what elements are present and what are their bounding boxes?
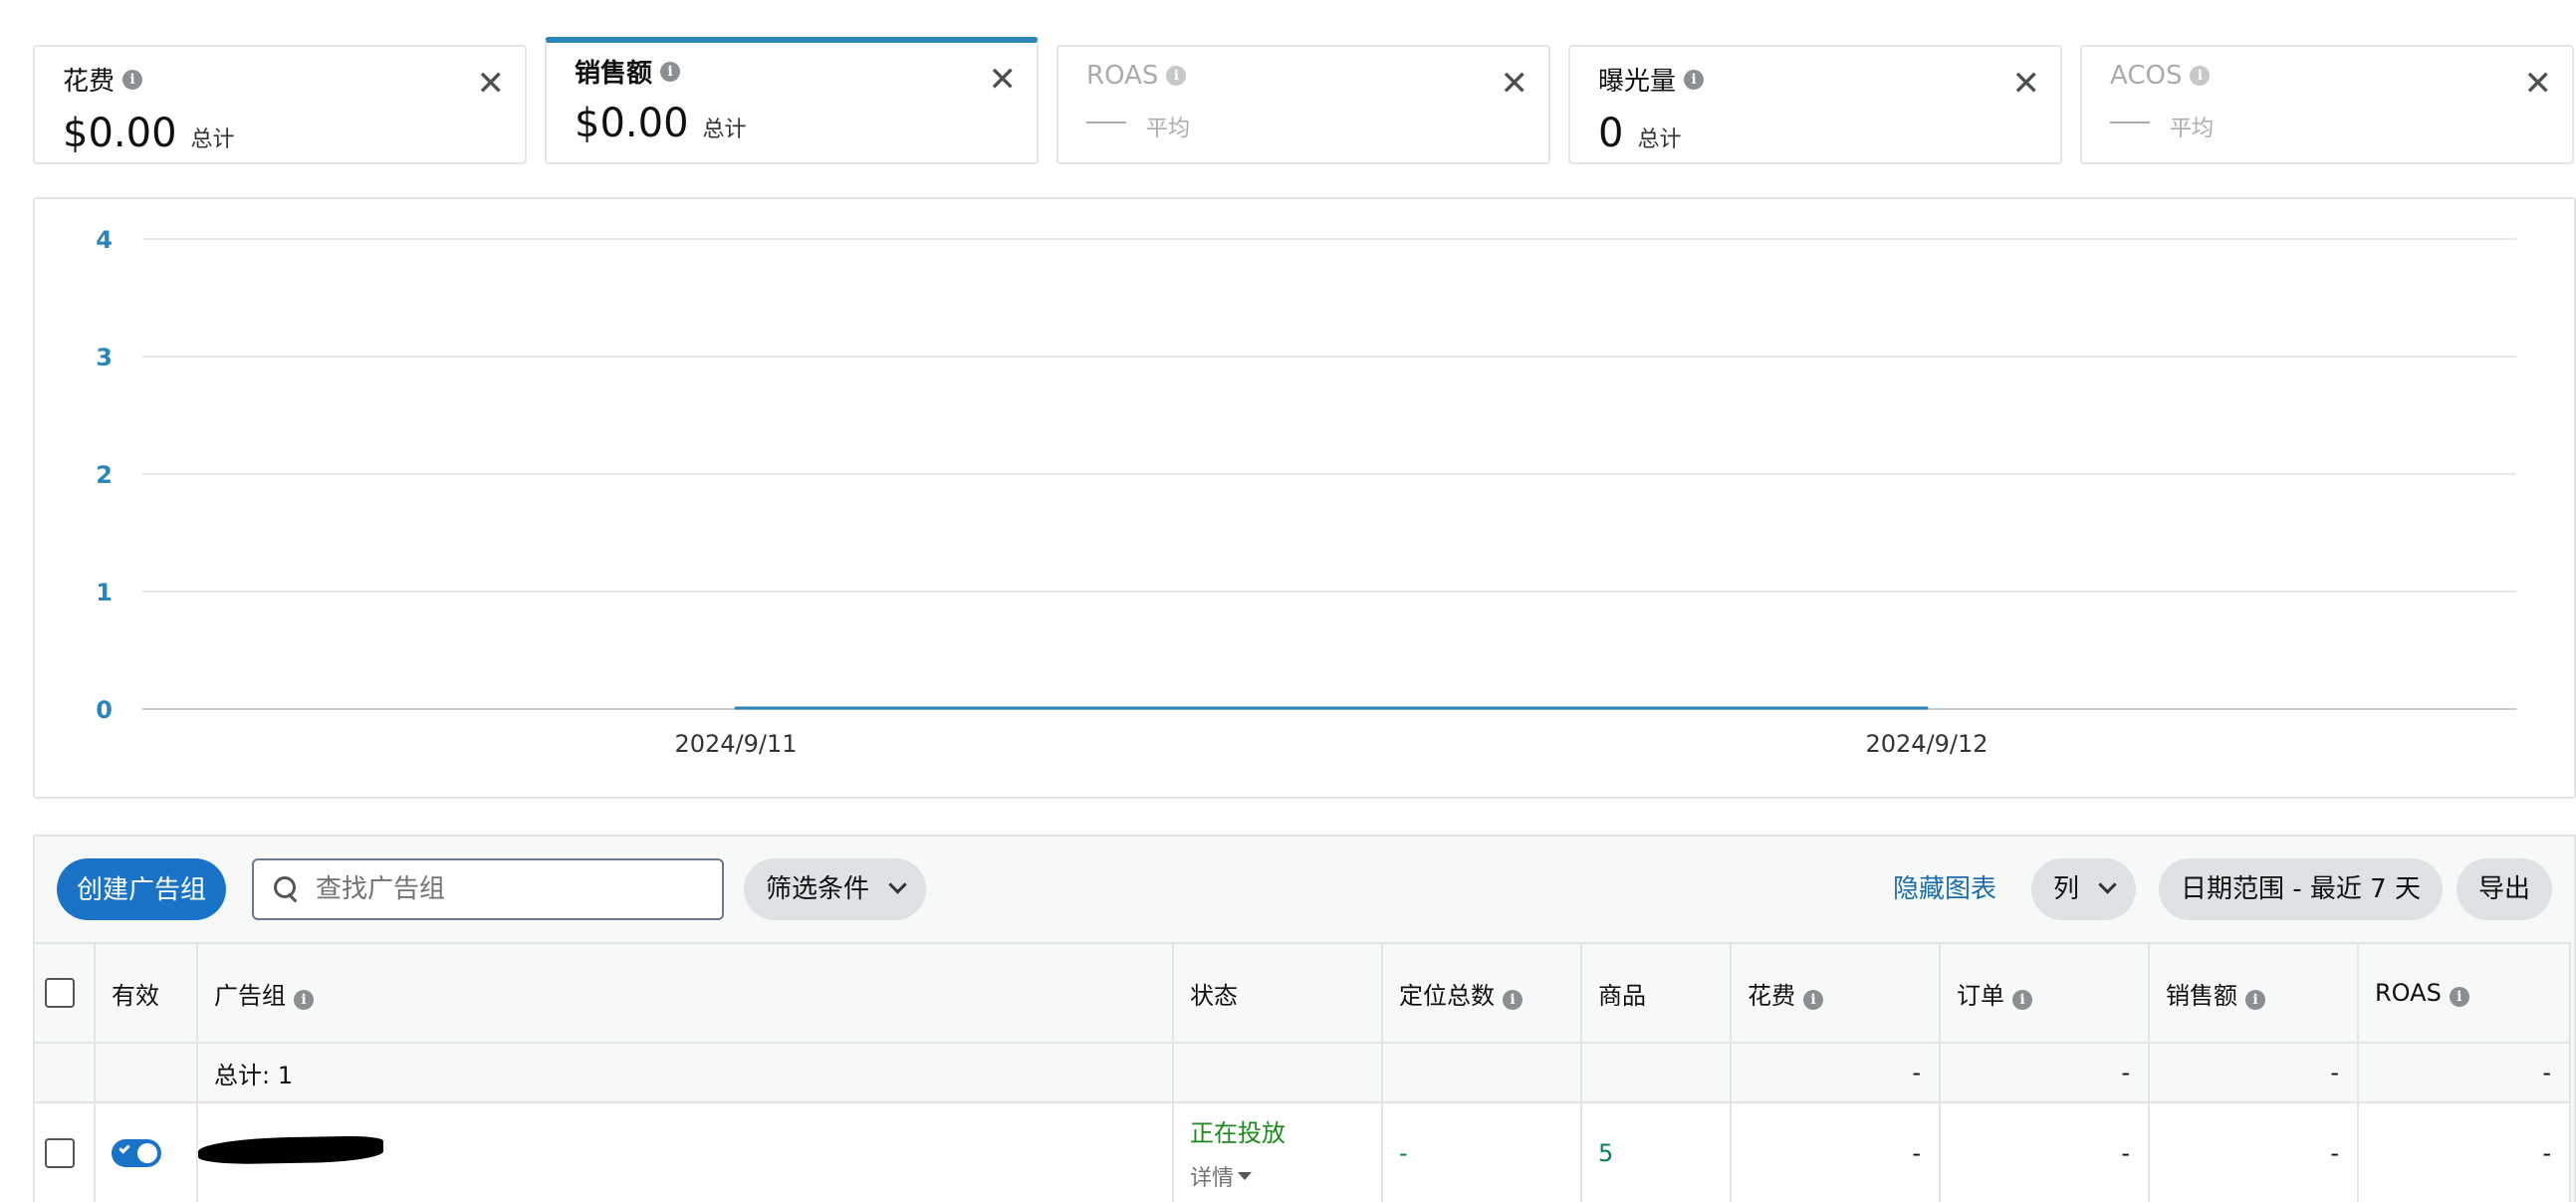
chevron-down-icon — [888, 874, 907, 894]
metric-unit: 总计 — [190, 127, 235, 152]
data-point — [1925, 706, 1929, 710]
x-tick-label: 2024/9/11 — [674, 730, 797, 758]
metric-value: $0.00 — [575, 101, 689, 146]
row-spend: - — [1731, 1102, 1941, 1202]
info-icon[interactable]: i — [2190, 66, 2211, 86]
info-icon[interactable]: i — [1166, 66, 1187, 86]
column-header-products[interactable]: 商品 — [1581, 942, 1732, 1044]
close-icon[interactable]: ✕ — [477, 67, 506, 101]
metric-card-sales[interactable]: 销售额 i ✕ $0.00 总计 — [545, 37, 1039, 164]
metric-card-roas[interactable]: ROAS i ✕ 平均 — [1056, 45, 1550, 164]
data-point — [734, 706, 738, 710]
close-icon[interactable]: ✕ — [2524, 67, 2553, 101]
column-header-roas[interactable]: ROAS i — [2358, 942, 2571, 1044]
metric-card-acos[interactable]: ACOS i ✕ 平均 — [2080, 45, 2574, 164]
metric-card-impressions[interactable]: 曝光量 i ✕ 0 总计 — [1568, 45, 2062, 164]
total-label: 总计: 1 — [197, 1043, 1174, 1103]
chart-svg: 0 1 2 3 4 2024/9/11 2024/9/12 — [96, 226, 2516, 758]
details-dropdown[interactable]: 详情 — [1190, 1160, 1365, 1192]
export-button[interactable]: 导出 — [2457, 858, 2553, 920]
y-tick-label: 3 — [96, 344, 113, 371]
table-header-row: 有效 广告组 i 状态 定位总数 i 商品 花费 i 订单 i 销售额 i ROAS i — [35, 942, 2571, 1044]
select-all-checkbox[interactable] — [45, 978, 75, 1008]
table-row[interactable]: 正在投放 详情 - 5 - - - - — [35, 1102, 2571, 1202]
empty-value-dash — [2110, 121, 2150, 123]
search-box[interactable] — [252, 858, 724, 920]
y-tick-label: 4 — [96, 226, 113, 254]
total-sales: - — [2149, 1043, 2359, 1103]
info-icon[interactable]: i — [2245, 989, 2265, 1010]
date-range-button[interactable]: 日期范围 - 最近 7 天 — [2159, 858, 2443, 920]
row-checkbox[interactable] — [45, 1137, 75, 1168]
metric-unit: 总计 — [1637, 127, 1682, 152]
metric-value: $0.00 — [63, 111, 177, 156]
close-icon[interactable]: ✕ — [2012, 67, 2041, 101]
total-row: 总计: 1 - - - - — [35, 1043, 2571, 1103]
chevron-down-icon — [2098, 874, 2117, 894]
y-tick-label: 0 — [96, 696, 113, 724]
info-icon[interactable]: i — [2012, 989, 2032, 1010]
products-count-link[interactable]: 5 — [1581, 1102, 1732, 1202]
y-tick-label: 2 — [96, 461, 113, 489]
search-input[interactable] — [316, 874, 694, 904]
row-sales: - — [2149, 1102, 2359, 1202]
metric-label: 曝光量 — [1598, 67, 1677, 97]
metric-value: 0 — [1598, 111, 1624, 156]
active-toggle[interactable] — [112, 1139, 161, 1167]
info-icon[interactable]: i — [1803, 989, 1823, 1010]
metric-unit: 总计 — [702, 118, 747, 142]
close-icon[interactable]: ✕ — [1501, 67, 1529, 101]
info-icon[interactable]: i — [2449, 987, 2469, 1007]
ad-groups-table: 有效 广告组 i 状态 定位总数 i 商品 花费 i 订单 i 销售额 i ROAS i 总… — [35, 942, 2571, 1202]
info-icon[interactable]: i — [122, 69, 143, 90]
total-spend: - — [1731, 1043, 1941, 1103]
filter-button[interactable]: 筛选条件 — [744, 858, 927, 920]
check-icon — [118, 1142, 130, 1154]
ad-groups-panel: 创建广告组 筛选条件 隐藏图表 列 日期范围 - 最近 7 天 导出 有效 广告… — [33, 835, 2576, 1202]
targeting-count-link[interactable]: - — [1382, 1102, 1582, 1202]
caret-down-icon — [1238, 1172, 1253, 1180]
column-header-spend[interactable]: 花费 i — [1731, 942, 1941, 1044]
column-header-sales[interactable]: 销售额 i — [2149, 942, 2359, 1044]
create-ad-group-button[interactable]: 创建广告组 — [57, 858, 227, 920]
info-icon[interactable]: i — [1684, 69, 1705, 90]
column-header-active[interactable]: 有效 — [95, 942, 198, 1044]
metric-unit: 平均 — [2170, 117, 2215, 141]
info-icon[interactable]: i — [1503, 989, 1522, 1010]
row-roas: - — [2358, 1102, 2571, 1202]
metric-cards: 花费 i ✕ $0.00 总计 销售额 i ✕ $0.00 总计 ROAS i ✕ 平均 … — [33, 37, 2576, 164]
metric-card-spend[interactable]: 花费 i ✕ $0.00 总计 — [33, 45, 527, 164]
column-header-status[interactable]: 状态 — [1173, 942, 1383, 1044]
status-text: 正在投放 — [1190, 1119, 1286, 1147]
info-icon[interactable]: i — [660, 61, 681, 82]
filter-label: 筛选条件 — [766, 874, 870, 904]
column-header-orders[interactable]: 订单 i — [1940, 942, 2150, 1044]
metric-label: ROAS — [1086, 61, 1159, 91]
info-icon[interactable]: i — [294, 989, 314, 1010]
column-header-ad-group[interactable]: 广告组 i — [197, 942, 1174, 1044]
column-header-targeting[interactable]: 定位总数 i — [1382, 942, 1582, 1044]
columns-button[interactable]: 列 — [2031, 858, 2137, 920]
search-icon — [274, 876, 300, 902]
performance-chart: 0 1 2 3 4 2024/9/11 2024/9/12 — [33, 197, 2576, 799]
empty-value-dash — [1086, 121, 1126, 123]
x-tick-label: 2024/9/12 — [1865, 730, 1988, 758]
metric-label: ACOS — [2110, 61, 2183, 91]
metric-unit: 平均 — [1146, 117, 1191, 141]
columns-label: 列 — [2053, 874, 2080, 904]
table-toolbar: 创建广告组 筛选条件 隐藏图表 列 日期范围 - 最近 7 天 导出 — [35, 837, 2574, 942]
total-orders: - — [1940, 1043, 2150, 1103]
total-roas: - — [2358, 1043, 2571, 1103]
row-orders: - — [1940, 1102, 2150, 1202]
metric-label: 花费 — [63, 67, 116, 97]
close-icon[interactable]: ✕ — [989, 63, 1018, 97]
y-tick-label: 1 — [96, 579, 113, 606]
metric-label: 销售额 — [575, 59, 653, 89]
redacted-ad-group-name[interactable] — [197, 1134, 384, 1165]
hide-chart-link[interactable]: 隐藏图表 — [1893, 858, 1996, 920]
